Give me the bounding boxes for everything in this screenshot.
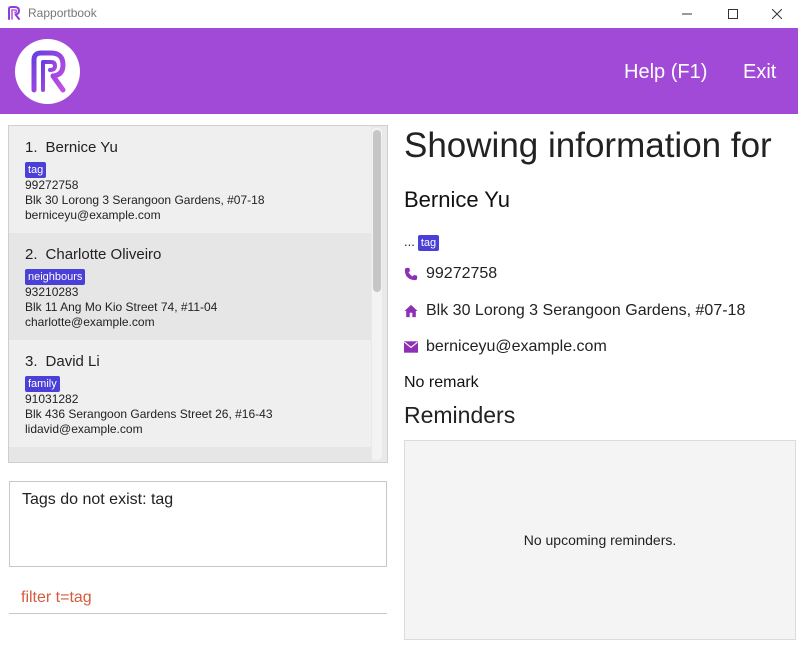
detail-remark: No remark [404, 374, 479, 391]
detail-email: berniceyu@example.com [426, 338, 607, 355]
person-address: Blk 436 Serangoon Gardens Street 26, #16… [25, 407, 273, 421]
minimize-button[interactable] [664, 0, 710, 28]
person-list[interactable]: 1. Bernice Yu tag 99272758 Blk 30 Lorong … [8, 125, 388, 463]
app-logo [15, 39, 80, 104]
rapportbook-logo-icon [31, 50, 65, 92]
reminders-heading: Reminders [404, 402, 516, 428]
window-title: Rapportbook [28, 6, 97, 20]
phone-icon [404, 267, 418, 281]
detail-phone: 99272758 [426, 265, 498, 282]
detail-phone-row: 99272758 [404, 265, 497, 283]
person-index: 3. [25, 353, 38, 370]
close-button[interactable] [754, 0, 798, 28]
detail-tag: tag [417, 235, 440, 251]
reminders-empty-text: No upcoming reminders. [523, 532, 677, 548]
maximize-icon [728, 9, 738, 19]
person-name-row: 2. Charlotte Oliveiro [25, 246, 371, 266]
detail-address: Blk 30 Lorong 3 Serangoon Gardens, #07-1… [426, 302, 746, 319]
person-tag: tag [25, 162, 47, 178]
person-email: lidavid@example.com [25, 422, 143, 436]
result-message: Tags do not exist: tag [22, 491, 174, 508]
person-tag: family [25, 376, 60, 392]
minimize-icon [682, 13, 692, 15]
person-tag: neighbours [25, 269, 86, 285]
detail-heading: Showing information for [404, 126, 772, 165]
person-card[interactable] [9, 447, 371, 462]
detail-tags: ... tag [404, 232, 440, 251]
maximize-button[interactable] [710, 0, 756, 28]
home-icon [404, 304, 418, 318]
person-card[interactable]: 3. David Li family 91031282 Blk 436 Seran… [9, 340, 371, 447]
person-address: Blk 30 Lorong 3 Serangoon Gardens, #07-1… [25, 193, 265, 207]
result-display: Tags do not exist: tag [9, 481, 387, 567]
app-logo-icon [8, 6, 20, 20]
detail-name: Bernice Yu [404, 187, 511, 212]
tag-prefix: ... [404, 234, 415, 249]
person-email: berniceyu@example.com [25, 208, 161, 222]
command-text: filter t=tag [21, 589, 92, 606]
person-name: David Li [45, 353, 100, 370]
detail-address-row: Blk 30 Lorong 3 Serangoon Gardens, #07-1… [404, 302, 745, 320]
reminders-list: No upcoming reminders. [404, 440, 796, 640]
person-card[interactable]: 2. Charlotte Oliveiro neighbours 93210283… [9, 233, 371, 340]
exit-menu[interactable]: Exit [743, 61, 776, 84]
person-index: 2. [25, 246, 38, 263]
person-phone: 91031282 [25, 392, 79, 406]
person-address: Blk 11 Ang Mo Kio Street 74, #11-04 [25, 300, 218, 314]
person-phone: 93210283 [25, 285, 79, 299]
help-menu[interactable]: Help (F1) [624, 61, 707, 84]
person-card[interactable]: 1. Bernice Yu tag 99272758 Blk 30 Lorong … [9, 126, 371, 233]
app-header: Help (F1) Exit [0, 28, 798, 114]
window-titlebar: Rapportbook [0, 0, 798, 28]
list-scrollbar[interactable] [372, 128, 382, 460]
scrollbar-thumb[interactable] [373, 130, 381, 292]
person-name-row: 1. Bernice Yu [25, 139, 371, 159]
person-phone: 99272758 [25, 178, 79, 192]
detail-email-row: berniceyu@example.com [404, 338, 607, 356]
person-name: Charlotte Oliveiro [45, 246, 162, 263]
person-name: Bernice Yu [45, 139, 118, 156]
close-icon [772, 9, 782, 19]
person-name-row: 3. David Li [25, 353, 371, 373]
person-email: charlotte@example.com [25, 315, 155, 329]
envelope-icon [404, 341, 418, 353]
person-index: 1. [25, 139, 38, 156]
command-input[interactable]: filter t=tag [9, 584, 387, 614]
